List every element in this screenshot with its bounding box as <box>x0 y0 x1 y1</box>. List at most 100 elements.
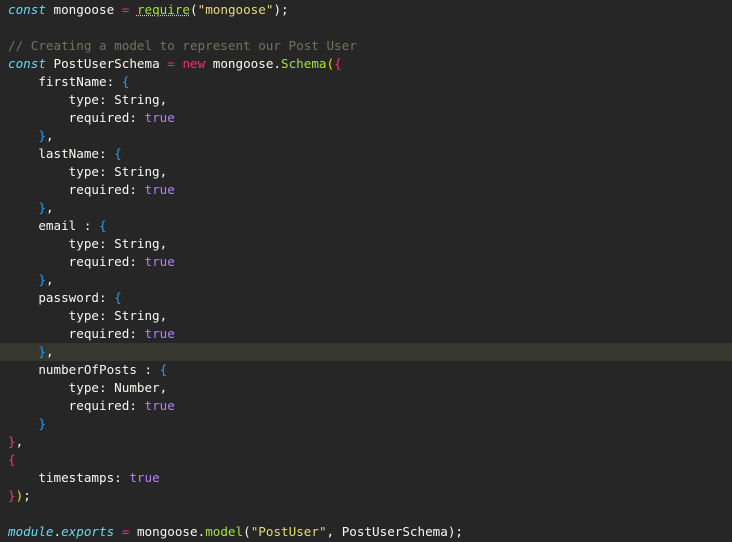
code-line[interactable]: }, <box>0 127 732 145</box>
code-token: ( <box>243 524 251 539</box>
code-token: ; <box>23 488 31 503</box>
code-token: const <box>8 2 46 17</box>
code-line[interactable]: type: Number, <box>0 379 732 397</box>
code-line[interactable]: lastName: { <box>0 145 732 163</box>
code-token: PostUserSchema <box>45 56 168 71</box>
code-token: } <box>8 434 16 449</box>
code-line[interactable]: required: true <box>0 397 732 415</box>
code-token: , <box>45 272 54 287</box>
code-token: type: String, <box>8 164 168 179</box>
code-token: ); <box>273 2 289 17</box>
code-line[interactable]: const PostUserSchema = new mongoose.Sche… <box>0 55 732 73</box>
code-token: exports <box>61 524 115 539</box>
code-line[interactable]: module.exports = mongoose.model("PostUse… <box>0 523 732 541</box>
code-line[interactable]: required: true <box>0 325 732 343</box>
code-line[interactable]: numberOfPosts : { <box>0 361 732 379</box>
code-token: required: <box>8 182 145 197</box>
code-line[interactable]: password: { <box>0 289 732 307</box>
code-token: { <box>8 452 16 467</box>
code-token: model <box>205 524 244 539</box>
code-token: ( <box>190 2 198 17</box>
code-token: required: <box>8 326 145 341</box>
code-token: mongoose. <box>205 56 282 71</box>
code-line[interactable]: }, <box>0 199 732 217</box>
code-line[interactable]: }, <box>0 433 732 451</box>
code-token: , <box>15 434 24 449</box>
code-token: type: String, <box>8 308 168 323</box>
code-line[interactable]: }, <box>0 343 732 361</box>
code-token: { <box>114 290 122 305</box>
code-line[interactable]: const mongoose = require("mongoose"); <box>0 1 732 19</box>
code-token: , <box>45 344 54 359</box>
code-line[interactable] <box>0 505 732 523</box>
code-token: { <box>334 56 342 71</box>
code-token: } <box>38 128 46 143</box>
code-token: } <box>38 344 46 359</box>
code-token: // Creating a model to represent our Pos… <box>8 38 357 53</box>
code-token: , <box>45 128 54 143</box>
code-token: mongoose. <box>129 524 206 539</box>
code-token: new <box>182 56 206 71</box>
code-token: } <box>38 272 46 287</box>
code-line[interactable]: email : { <box>0 217 732 235</box>
code-token: } <box>8 488 16 503</box>
code-token: required: <box>8 254 145 269</box>
code-token: const <box>8 56 46 71</box>
code-token: "mongoose" <box>197 2 274 17</box>
code-line[interactable]: required: true <box>0 181 732 199</box>
code-token: timestamps: <box>8 470 130 485</box>
code-token: } <box>38 416 46 431</box>
code-token: true <box>144 326 175 341</box>
code-line[interactable] <box>0 19 732 37</box>
code-token: true <box>144 182 175 197</box>
code-token: { <box>159 362 168 377</box>
code-token: { <box>99 218 107 233</box>
code-token: required: <box>8 110 145 125</box>
code-token: } <box>38 200 46 215</box>
code-line[interactable]: required: true <box>0 109 732 127</box>
code-token: type: Number, <box>8 380 168 395</box>
code-token: lastName: <box>8 146 115 161</box>
code-token: , <box>45 200 54 215</box>
code-line[interactable]: }, <box>0 271 732 289</box>
code-token: numberOfPosts : <box>8 362 160 377</box>
code-token: firstName: <box>8 74 122 89</box>
code-line[interactable]: // Creating a model to represent our Pos… <box>0 37 732 55</box>
code-token: "PostUser" <box>250 524 327 539</box>
code-line[interactable]: type: String, <box>0 163 732 181</box>
code-line[interactable]: }); <box>0 487 732 505</box>
code-token: Schema <box>281 56 327 71</box>
code-token: = <box>167 56 175 71</box>
code-token: { <box>121 74 130 89</box>
code-line[interactable]: type: String, <box>0 235 732 253</box>
code-line[interactable]: type: String, <box>0 91 732 109</box>
code-editor[interactable]: const mongoose = require("mongoose");// … <box>0 0 732 542</box>
code-token: type: String, <box>8 236 168 251</box>
code-token: true <box>129 470 160 485</box>
code-token: . <box>53 524 62 539</box>
code-token: true <box>144 398 175 413</box>
code-token: module <box>8 524 54 539</box>
code-token: type: String, <box>8 92 168 107</box>
code-line[interactable]: } <box>0 415 732 433</box>
code-token: required: <box>8 398 145 413</box>
code-token: { <box>114 146 122 161</box>
code-line[interactable]: type: String, <box>0 307 732 325</box>
code-token: , PostUserSchema); <box>326 524 464 539</box>
code-token: ( <box>326 56 335 71</box>
code-line[interactable]: required: true <box>0 253 732 271</box>
code-token: require <box>136 2 191 17</box>
code-line[interactable]: firstName: { <box>0 73 732 91</box>
code-token: true <box>144 110 175 125</box>
code-line[interactable]: { <box>0 451 732 469</box>
code-line[interactable]: timestamps: true <box>0 469 732 487</box>
code-token: mongoose <box>45 2 122 17</box>
code-token: true <box>144 254 175 269</box>
